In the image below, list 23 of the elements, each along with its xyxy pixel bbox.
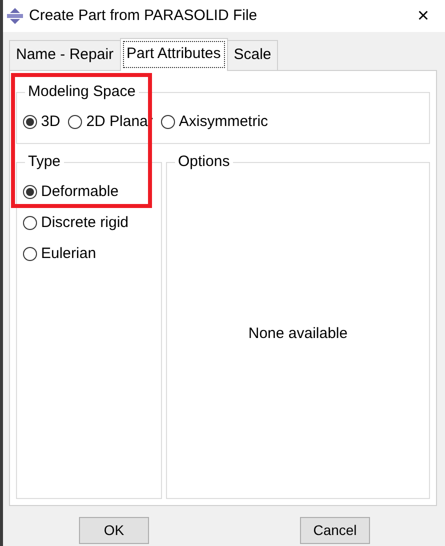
- radio-option[interactable]: 3D: [23, 112, 60, 130]
- group-title: Type: [25, 152, 64, 170]
- empty-message: None available: [248, 324, 348, 344]
- radio-option[interactable]: Axisymmetric: [160, 112, 268, 130]
- dialog-button[interactable]: OK: [79, 516, 149, 544]
- radio-circle[interactable]: [23, 246, 37, 260]
- tab[interactable]: Name - Repair: [9, 40, 121, 70]
- app-icon: [7, 8, 23, 24]
- radio-circle[interactable]: [23, 216, 37, 230]
- radio-option[interactable]: Deformable: [23, 182, 155, 200]
- radio-option[interactable]: Discrete rigid: [23, 214, 155, 232]
- group-title: Options: [175, 152, 233, 170]
- close-button[interactable]: ×: [409, 6, 437, 26]
- tab[interactable]: Scale: [226, 40, 278, 70]
- radio-circle[interactable]: [23, 114, 37, 128]
- window-title: Create Part from PARASOLID File: [29, 6, 258, 26]
- radio-circle[interactable]: [160, 114, 175, 128]
- radio-option[interactable]: Eulerian: [23, 244, 155, 262]
- dialog-button[interactable]: Cancel: [300, 516, 370, 544]
- radio-circle[interactable]: [23, 184, 37, 198]
- group-title: Modeling Space: [25, 82, 139, 100]
- tab[interactable]: Part Attributes: [120, 38, 228, 70]
- radio-circle[interactable]: [68, 114, 82, 128]
